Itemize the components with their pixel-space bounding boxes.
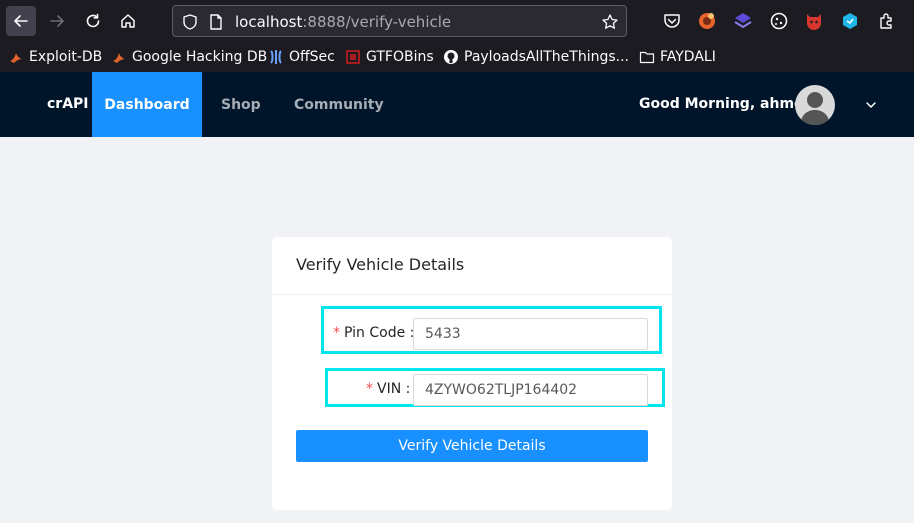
cookie-icon[interactable]: [769, 11, 789, 31]
pin-code-label-text: Pin Code: [344, 325, 406, 341]
user-silhouette-icon: [800, 92, 830, 125]
reload-button[interactable]: [78, 6, 108, 36]
bookmark-label: PayloadsAllTheThings...: [464, 49, 630, 65]
vin-label-text: VIN: [377, 381, 402, 397]
card-title: Verify Vehicle Details: [296, 255, 465, 274]
bookmark-label: OffSec: [289, 49, 335, 65]
bookmark-google-hacking-db[interactable]: Google Hacking DB: [111, 48, 267, 66]
bookmark-gtfobins[interactable]: GTFOBins: [345, 48, 434, 66]
user-greeting: Good Morning, ahmet!: [639, 96, 817, 112]
home-icon: [121, 14, 135, 28]
required-mark: *: [333, 325, 340, 341]
url-text[interactable]: localhost:8888/verify-vehicle: [235, 13, 451, 31]
github-icon: [444, 50, 458, 64]
label-colon: :: [405, 381, 411, 397]
page-icon[interactable]: [207, 13, 225, 31]
reload-icon: [86, 13, 100, 28]
url-bar[interactable]: localhost:8888/verify-vehicle: [172, 5, 627, 37]
shield-icon[interactable]: [181, 13, 199, 31]
verify-vehicle-button[interactable]: Verify Vehicle Details: [296, 430, 648, 462]
exploitdb-icon: [10, 53, 22, 63]
url-path: :8888/verify-vehicle: [302, 13, 452, 31]
extension-demon-icon[interactable]: [804, 11, 824, 31]
forward-button[interactable]: [42, 6, 72, 36]
bookmark-offsec[interactable]: OffSec: [268, 48, 335, 66]
bookmark-folder-faydali[interactable]: FAYDALI: [639, 48, 716, 66]
brand-logo[interactable]: crAPI: [47, 96, 89, 112]
bookmark-label: Google Hacking DB: [132, 49, 268, 65]
pin-code-input[interactable]: 5433: [413, 318, 648, 350]
back-button[interactable]: [6, 6, 36, 36]
url-host: localhost: [235, 13, 303, 31]
bookmark-label: FAYDALI: [660, 49, 716, 65]
browser-toolbar: localhost:8888/verify-vehicle: [0, 0, 914, 42]
nav-community[interactable]: Community: [294, 72, 384, 137]
card-divider: [272, 294, 672, 295]
required-mark: *: [366, 381, 373, 397]
arrow-right-icon: [50, 15, 64, 27]
bookmark-label: GTFOBins: [366, 49, 434, 65]
folder-icon: [639, 51, 655, 64]
gtfobins-icon: [346, 50, 360, 64]
extension-fox-icon[interactable]: [697, 11, 717, 31]
extension-layers-icon[interactable]: [733, 11, 753, 31]
offsec-icon: [270, 50, 282, 64]
pin-code-label: *Pin Code :: [333, 325, 414, 341]
extensions-puzzle-icon[interactable]: [877, 11, 897, 31]
chevron-down-icon[interactable]: [864, 98, 878, 112]
vin-label: * VIN :: [366, 381, 410, 397]
nav-shop[interactable]: Shop: [221, 72, 261, 137]
home-button[interactable]: [113, 6, 143, 36]
pocket-icon[interactable]: [662, 11, 682, 31]
bookmarks-bar: Exploit-DB Google Hacking DB OffSec GTFO…: [0, 42, 914, 72]
avatar[interactable]: [795, 85, 835, 125]
arrow-left-icon: [14, 15, 28, 27]
nav-dashboard[interactable]: Dashboard: [92, 72, 202, 137]
star-icon[interactable]: [601, 13, 619, 31]
bookmark-payloads[interactable]: PayloadsAllTheThings...: [443, 48, 629, 66]
extension-cube-icon[interactable]: [840, 11, 860, 31]
bookmark-exploit-db[interactable]: Exploit-DB: [8, 48, 102, 66]
bookmark-label: Exploit-DB: [29, 49, 103, 65]
ghdb-icon: [113, 53, 125, 63]
vin-input[interactable]: 4ZYWO62TLJP164402: [413, 374, 648, 406]
app-header: crAPI Dashboard Shop Community Good Morn…: [0, 72, 914, 137]
